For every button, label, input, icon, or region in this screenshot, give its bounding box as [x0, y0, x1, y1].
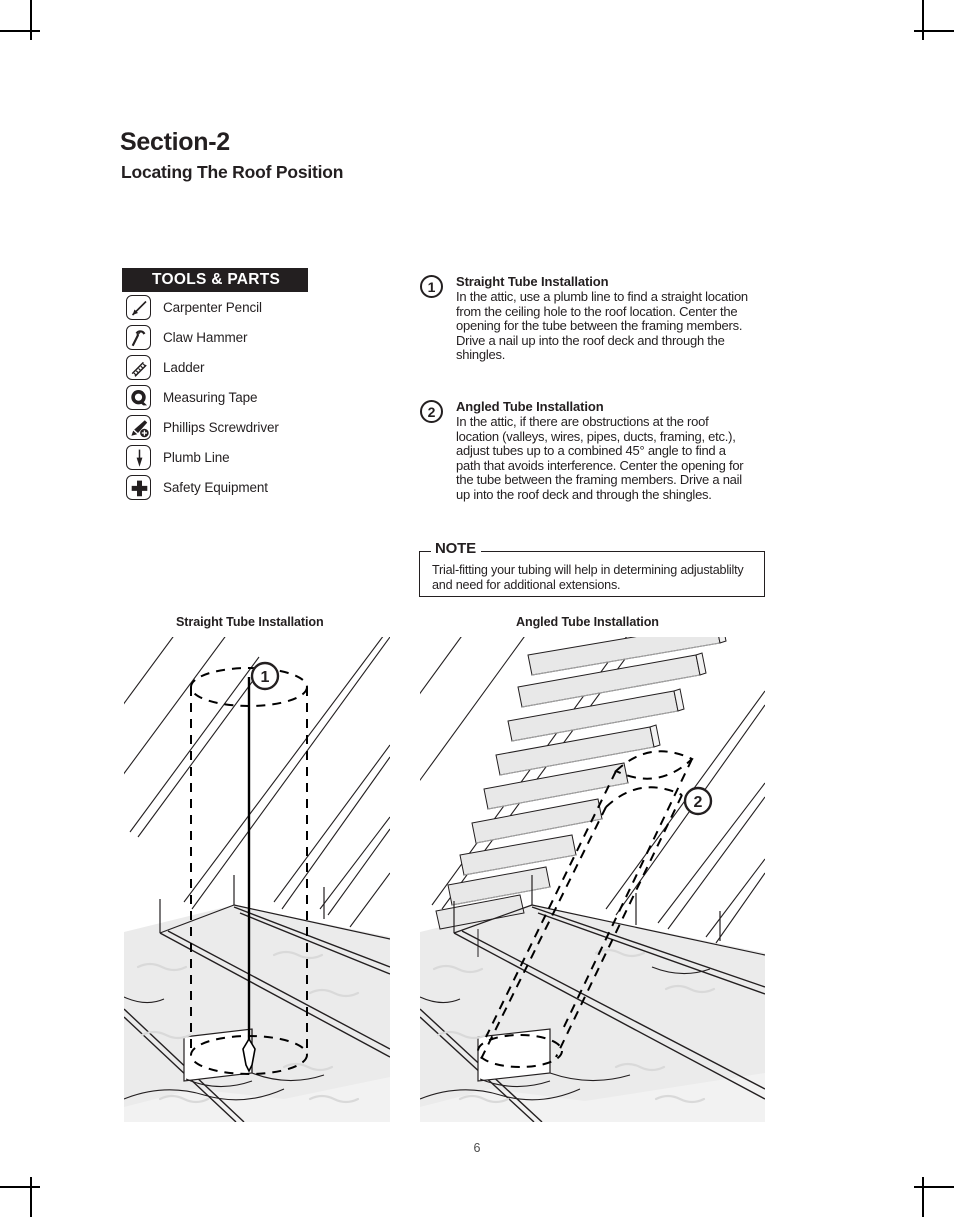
- tool-list-item: Measuring Tape: [122, 382, 308, 412]
- tool-label: Ladder: [163, 359, 205, 375]
- instruction-step-1: 1 Straight Tube Installation In the atti…: [420, 274, 750, 363]
- crop-mark-bottom-right-vertical: [922, 1177, 924, 1217]
- carpenter-pencil-icon: [126, 294, 151, 320]
- instruction-step-2: 2 Angled Tube Installation In the attic,…: [420, 399, 750, 503]
- tool-label: Phillips Screwdriver: [163, 419, 279, 435]
- figure-badge-right: 2: [694, 794, 703, 811]
- step-number-badge: 1: [420, 275, 443, 298]
- step-text: In the attic, use a plumb line to find a…: [456, 289, 748, 363]
- figure-badge-left: 1: [261, 669, 270, 686]
- crop-mark-bottom-left-horizontal: [0, 1186, 40, 1188]
- tool-list-item: Ladder: [122, 352, 308, 382]
- tool-list-item: Safety Equipment: [122, 472, 308, 502]
- crop-mark-bottom-right-horizontal: [914, 1186, 954, 1188]
- crop-mark-top-left-vertical: [30, 0, 32, 40]
- figure-angled-tube-installation: 2: [420, 637, 765, 1122]
- page-subtitle: Locating The Roof Position: [121, 162, 344, 182]
- ladder-icon: [126, 354, 151, 380]
- tools-and-parts-panel: TOOLS & PARTS Carpenter Pencil Claw Hamm…: [122, 268, 308, 502]
- crop-mark-top-left-horizontal: [0, 30, 40, 32]
- safety-equipment-icon: [126, 474, 151, 500]
- figure-caption-left: Straight Tube Installation: [176, 615, 324, 629]
- page-number: 6: [473, 1141, 481, 1155]
- page-title: Section-2: [120, 128, 230, 156]
- step-text: In the attic, if there are obstructions …: [456, 414, 744, 502]
- figure-caption-right: Angled Tube Installation: [516, 615, 659, 629]
- tool-list-item: Plumb Line: [122, 442, 308, 472]
- measuring-tape-icon: [126, 384, 151, 410]
- crop-mark-top-right-vertical: [922, 0, 924, 40]
- tool-label: Plumb Line: [163, 449, 230, 465]
- crop-mark-top-right-horizontal: [914, 30, 954, 32]
- step-title: Straight Tube Installation: [456, 274, 609, 289]
- tool-label: Claw Hammer: [163, 329, 248, 345]
- crop-mark-bottom-left-vertical: [30, 1177, 32, 1217]
- tool-label: Measuring Tape: [163, 389, 258, 405]
- tool-label: Carpenter Pencil: [163, 299, 262, 315]
- tool-label: Safety Equipment: [163, 479, 268, 495]
- step-number-badge: 2: [420, 400, 443, 423]
- figure-straight-tube-installation: 1: [124, 637, 390, 1122]
- claw-hammer-icon: [126, 324, 151, 350]
- note-text: Trial-fitting your tubing will help in d…: [432, 563, 744, 592]
- phillips-screwdriver-icon: [126, 414, 151, 440]
- tool-list-item: Claw Hammer: [122, 322, 308, 352]
- note-legend: NOTE: [431, 541, 481, 557]
- plumb-line-icon: [126, 444, 151, 470]
- manual-page: Section-2 Locating The Roof Position TOO…: [0, 0, 954, 1217]
- tool-list-item: Phillips Screwdriver: [122, 412, 308, 442]
- tool-list-item: Carpenter Pencil: [122, 292, 308, 322]
- tools-and-parts-header: TOOLS & PARTS: [122, 268, 308, 292]
- step-title: Angled Tube Installation: [456, 399, 604, 414]
